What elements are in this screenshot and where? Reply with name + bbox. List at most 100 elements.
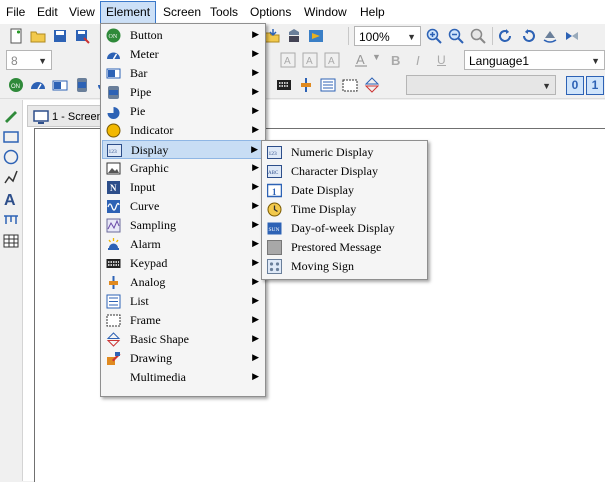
save-icon[interactable] xyxy=(52,28,68,44)
menu-item-frame[interactable]: Frame ▶ xyxy=(102,311,264,330)
menu-item-pie[interactable]: Pie ▶ xyxy=(102,102,264,121)
on-button-icon: ON xyxy=(106,28,121,43)
menu-edit[interactable]: Edit xyxy=(32,0,63,24)
menu-item-pipe[interactable]: Pipe ▶ xyxy=(102,83,264,102)
font-size-select[interactable]: 8 ▼ xyxy=(6,50,52,70)
menu-item-list[interactable]: List ▶ xyxy=(102,292,264,311)
menu-item-drawing[interactable]: Drawing ▶ xyxy=(102,349,264,368)
menu-tools[interactable]: Tools xyxy=(205,0,243,24)
submenu-item-character-display[interactable]: ABC Character Display xyxy=(263,162,426,181)
menu-item-multimedia[interactable]: Multimedia ▶ xyxy=(102,368,264,387)
submenu-item-label: Prestored Message xyxy=(291,240,382,254)
compile-icon[interactable] xyxy=(286,28,302,44)
zoom-in-icon[interactable] xyxy=(426,28,442,44)
font-color-icon[interactable]: A xyxy=(354,52,370,68)
underline-icon[interactable]: U xyxy=(434,52,450,68)
rotate-icon[interactable] xyxy=(542,28,558,44)
zoom-fit-icon[interactable] xyxy=(470,28,486,44)
polyline-tool-icon[interactable] xyxy=(3,169,19,185)
menu-item-input[interactable]: N Input ▶ xyxy=(102,178,264,197)
submenu-item-label: Numeric Display xyxy=(291,145,374,159)
zoom-select[interactable]: 100% ▼ xyxy=(354,26,421,46)
text-align-left-icon[interactable]: A xyxy=(280,52,296,68)
table-tool-icon[interactable] xyxy=(3,233,19,249)
language-select[interactable]: Language1 ▼ xyxy=(464,50,605,70)
element-name-select[interactable]: ▼ xyxy=(406,75,556,95)
alarm-icon xyxy=(108,238,119,250)
basic-shape-icon[interactable] xyxy=(364,77,380,93)
meter-icon[interactable] xyxy=(30,77,46,93)
svg-text:ON: ON xyxy=(109,34,118,40)
menu-item-curve[interactable]: Curve ▶ xyxy=(102,197,264,216)
submenu-item-label: Moving Sign xyxy=(291,259,355,273)
list-icon[interactable] xyxy=(320,77,336,93)
indicator-icon xyxy=(106,123,121,138)
on-button-icon[interactable]: ON xyxy=(8,77,24,93)
menu-help[interactable]: Help xyxy=(355,0,390,24)
redo-icon[interactable] xyxy=(498,28,514,44)
chevron-right-icon: ▶ xyxy=(252,68,259,78)
menu-item-label: Graphic xyxy=(130,161,169,175)
menu-item-label: Sampling xyxy=(130,218,177,232)
import-icon[interactable] xyxy=(264,28,280,44)
menu-item-graphic[interactable]: Graphic ▶ xyxy=(102,159,264,178)
pipe-icon[interactable] xyxy=(74,77,90,93)
chevron-right-icon: ▶ xyxy=(252,220,259,230)
svg-text:123: 123 xyxy=(109,149,118,155)
menu-item-button[interactable]: ON Button ▶ xyxy=(102,26,264,45)
new-file-icon[interactable] xyxy=(8,28,24,44)
menu-item-sampling[interactable]: Sampling ▶ xyxy=(102,216,264,235)
undo-icon[interactable] xyxy=(520,28,536,44)
menu-item-basic-shape[interactable]: Basic Shape ▶ xyxy=(102,330,264,349)
open-folder-icon[interactable] xyxy=(30,28,46,44)
chevron-down-icon: ▼ xyxy=(542,81,551,91)
menu-file[interactable]: File xyxy=(1,0,30,24)
frame-icon[interactable] xyxy=(342,77,358,93)
time-display-icon xyxy=(267,202,282,217)
menu-item-label: Basic Shape xyxy=(130,332,189,346)
chevron-down-icon: ▼ xyxy=(407,32,416,42)
submenu-item-time-display[interactable]: Time Display xyxy=(263,200,426,219)
menu-element[interactable]: Element xyxy=(100,1,157,24)
pen-icon[interactable] xyxy=(3,107,19,123)
menu-screen[interactable]: Screen xyxy=(158,0,206,24)
state-0-button[interactable]: 0 xyxy=(566,76,584,95)
submenu-item-label: Date Display xyxy=(291,183,354,197)
keypad-icon[interactable] xyxy=(276,77,292,93)
menu-options[interactable]: Options xyxy=(245,0,296,24)
flip-icon[interactable] xyxy=(564,28,580,44)
state-1-button[interactable]: 1 xyxy=(586,76,604,95)
menu-item-indicator[interactable]: Indicator ▶ xyxy=(102,121,264,140)
submenu-item-date-display[interactable]: 1 Date Display xyxy=(263,181,426,200)
menu-item-bar[interactable]: Bar ▶ xyxy=(102,64,264,83)
zoom-out-icon[interactable] xyxy=(448,28,464,44)
basic-shape-icon xyxy=(106,332,121,347)
submenu-item-moving-sign[interactable]: Moving Sign xyxy=(263,257,426,276)
menu-item-analog[interactable]: Analog ▶ xyxy=(102,273,264,292)
submenu-item-numeric-display[interactable]: 123 Numeric Display xyxy=(263,143,426,162)
analog-icon[interactable] xyxy=(298,77,314,93)
submenu-item-day-of-week-display[interactable]: SUN Day-of-week Display xyxy=(263,219,426,238)
bold-icon[interactable]: B xyxy=(388,52,404,68)
italic-icon[interactable]: I xyxy=(412,52,428,68)
document-tab-label: 1 - Screen xyxy=(52,111,103,123)
chevron-right-icon: ▶ xyxy=(252,201,259,211)
save-as-icon[interactable] xyxy=(74,28,90,44)
circle-tool-icon[interactable] xyxy=(3,149,19,165)
text-align-right-icon[interactable]: A xyxy=(324,52,340,68)
menu-item-meter[interactable]: Meter ▶ xyxy=(102,45,264,64)
text-tool-icon[interactable]: A xyxy=(3,191,19,207)
submenu-item-prestored-message[interactable]: Prestored Message xyxy=(263,238,426,257)
menu-item-display[interactable]: 123 Display ▶ xyxy=(102,140,264,159)
menu-view[interactable]: View xyxy=(64,0,100,24)
chevron-right-icon: ▶ xyxy=(252,353,259,363)
menu-item-alarm[interactable]: Alarm ▶ xyxy=(102,235,264,254)
scale-tool-icon[interactable] xyxy=(3,212,19,228)
element-toolbar: ON ▼ 0 1 xyxy=(0,72,605,99)
menu-item-keypad[interactable]: Keypad ▶ xyxy=(102,254,264,273)
simulate-icon[interactable] xyxy=(308,28,324,44)
menu-window[interactable]: Window xyxy=(299,0,352,24)
bar-icon[interactable] xyxy=(52,77,68,93)
rectangle-tool-icon[interactable] xyxy=(3,129,19,145)
text-align-center-icon[interactable]: A xyxy=(302,52,318,68)
